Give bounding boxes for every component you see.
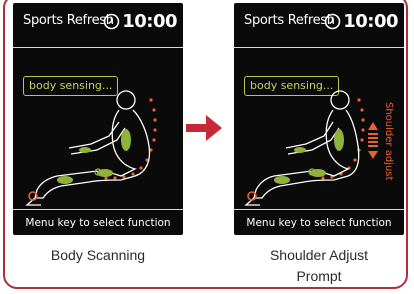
caption-line-1: Shoulder Adjust (269, 247, 369, 263)
body-silhouette-icon (244, 90, 378, 206)
svg-text:Shoulder adjust: Shoulder adjust (383, 102, 394, 181)
timer: 10:00 (103, 11, 177, 32)
mode-title: Sports Refresh (23, 13, 114, 28)
clock-icon (324, 13, 341, 30)
screen-header: Sports Refresh 10:00 (13, 3, 183, 48)
menu-hint: Menu key to select function (13, 209, 183, 235)
timer: 10:00 (324, 11, 398, 32)
screen-body-scanning: Sports Refresh 10:00 body sensing... Men… (13, 3, 183, 235)
timer-value: 10:00 (343, 11, 398, 32)
body-silhouette-icon (25, 90, 157, 206)
screen-header: Sports Refresh 10:00 (234, 3, 404, 48)
clock-icon (103, 13, 120, 30)
up-down-arrow-icon (368, 122, 378, 159)
screen-shoulder-adjust: Sports Refresh 10:00 body sensing... Sho… (234, 3, 404, 235)
caption-body-scanning: Body Scanning (50, 247, 146, 263)
timer-value: 10:00 (122, 11, 177, 32)
mode-title: Sports Refresh (244, 13, 335, 28)
caption-shoulder-adjust: Shoulder Adjust Prompt (234, 245, 404, 287)
menu-hint: Menu key to select function (234, 209, 404, 235)
caption-line-2: Prompt (296, 268, 342, 284)
right-arrow-icon (186, 115, 222, 141)
shoulder-adjust-label: Shoulder adjust (383, 102, 394, 181)
